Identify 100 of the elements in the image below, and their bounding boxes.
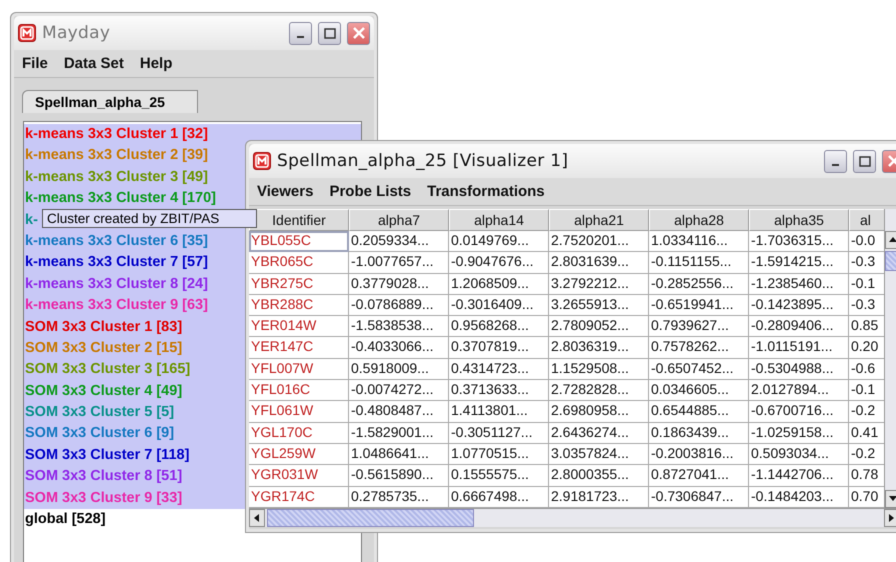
scroll-thumb[interactable]	[267, 508, 474, 527]
column-header[interactable]: Identifier	[249, 209, 349, 231]
scroll-right-button[interactable]	[884, 508, 896, 527]
table-cell: 2.8000355...	[549, 465, 649, 487]
arrow-icon	[888, 235, 896, 245]
table-cell: -0.2852556...	[649, 274, 749, 295]
table-cell: 0.2059334...	[349, 231, 449, 252]
scroll-left-button[interactable]	[249, 508, 265, 527]
table-cell: 1.0770515...	[449, 444, 549, 466]
vertical-scrollbar[interactable]	[884, 209, 896, 508]
table-cell: 0.7578262...	[649, 337, 749, 359]
menu-item[interactable]: Help	[140, 55, 172, 72]
close-icon	[888, 155, 896, 167]
table-cell: 0.8727041...	[649, 465, 749, 487]
table-cell: -0.5615890...	[349, 465, 449, 487]
maximize-button[interactable]	[853, 150, 876, 172]
table-cell: 0.9568268...	[449, 316, 549, 338]
column-header[interactable]: alpha35	[749, 209, 849, 231]
table-cell: 0.4314723...	[449, 358, 549, 380]
table-cell: -0.0786889...	[349, 294, 449, 316]
column-header[interactable]: alpha28	[649, 209, 749, 231]
table-cell: 3.2792212...	[549, 274, 649, 295]
table-cell: 0.0149769...	[449, 231, 549, 252]
menu-item[interactable]: Data Set	[64, 55, 124, 72]
table-cell: 2.6980958...	[549, 401, 649, 423]
tab[interactable]: Spellman_alpha_25	[22, 90, 198, 113]
column-header[interactable]: al	[849, 209, 884, 231]
identifier-cell[interactable]: YBR275C	[249, 274, 349, 295]
minimize-icon	[832, 164, 839, 166]
table-cell: 3.0357824...	[549, 444, 649, 466]
identifier-cell[interactable]: YFL016C	[249, 380, 349, 402]
table-cell: -0.5304988...	[749, 358, 849, 380]
table-cell: -0.6507452...	[649, 358, 749, 380]
table-cell: 0.1555575...	[449, 465, 549, 487]
table-cell: -0.6700716...	[749, 401, 849, 423]
close-icon	[352, 27, 364, 39]
table-cell: 0.7939627...	[649, 316, 749, 338]
tooltip: Cluster created by ZBIT/PAS	[42, 208, 257, 228]
table-cell: 2.6436274...	[549, 422, 649, 444]
table-cell: -0.1151155...	[649, 252, 749, 274]
table-cell: 2.8036319...	[549, 337, 649, 359]
table-cell: 2.7520201...	[549, 231, 649, 252]
identifier-cell[interactable]: YGR031W	[249, 465, 349, 487]
identifier-cell[interactable]: YGL170C	[249, 422, 349, 444]
table-cell: -1.0259158...	[749, 422, 849, 444]
maximize-button[interactable]	[318, 22, 341, 44]
table-cell: 1.4113801...	[449, 401, 549, 423]
table-cell: -0.4033066...	[349, 337, 449, 359]
table-cell: 0.1863439...	[649, 422, 749, 444]
arrow-icon	[887, 512, 896, 523]
minimize-button[interactable]	[289, 22, 312, 44]
minimize-button[interactable]	[824, 150, 847, 172]
table-cell: 0.3713633...	[449, 380, 549, 402]
table-cell: -0.9047676...	[449, 252, 549, 274]
table-cell: -1.5829001...	[349, 422, 449, 444]
identifier-cell[interactable]: YBR288C	[249, 294, 349, 316]
table-cell: 1.2068509...	[449, 274, 549, 295]
menu-item[interactable]: File	[22, 55, 48, 72]
table-cell: 2.7809052...	[549, 316, 649, 338]
column-header[interactable]: alpha7	[349, 209, 449, 231]
identifier-cell[interactable]: YER147C	[249, 337, 349, 359]
table-cell: -0.0074272...	[349, 380, 449, 402]
table-cell: 2.7282828...	[549, 380, 649, 402]
table-cell: -1.1442706...	[749, 465, 849, 487]
table-cell: -0.1423895...	[749, 294, 849, 316]
table-cell: -1.5914215...	[749, 252, 849, 274]
table-cell: -1.5838538...	[349, 316, 449, 338]
table-cell: -0.2003816...	[649, 444, 749, 466]
table-cell: -0.3051127...	[449, 422, 549, 444]
window-title: Mayday	[42, 23, 112, 43]
table-cell: 1.1529508...	[549, 358, 649, 380]
identifier-cell[interactable]: YBL055C	[249, 231, 349, 252]
arrow-icon	[252, 512, 262, 523]
table-cell: -0.6519941...	[649, 294, 749, 316]
table-cell: -1.0077657...	[349, 252, 449, 274]
identifier-cell[interactable]: YGL259W	[249, 444, 349, 466]
table-cell: 2.8031639...	[549, 252, 649, 274]
table-cell: 0.3779028...	[349, 274, 449, 295]
identifier-cell[interactable]: YFL007W	[249, 358, 349, 380]
table-cell: 1.0486641...	[349, 444, 449, 466]
identifier-cell[interactable]: YFL061W	[249, 401, 349, 423]
table-cell: 0.0346605...	[649, 380, 749, 402]
logo-icon	[253, 152, 271, 170]
horizontal-scrollbar[interactable]	[249, 508, 896, 527]
table-cell: -1.2385460...	[749, 274, 849, 295]
table-cell: 0.6544885...	[649, 401, 749, 423]
identifier-cell[interactable]: YBR065C	[249, 252, 349, 274]
logo-icon	[18, 24, 36, 42]
table-cell: 2.0127894...	[749, 380, 849, 402]
scroll-down-button[interactable]	[885, 490, 896, 508]
identifier-cell[interactable]: YER014W	[249, 316, 349, 338]
close-button[interactable]	[347, 22, 370, 44]
table-cell: 0.3707819...	[449, 337, 549, 359]
menu-item[interactable]: Transformations	[427, 183, 545, 200]
table-cell: 1.0334116...	[649, 231, 749, 252]
table-cell: -0.4808487...	[349, 401, 449, 423]
column-header[interactable]: alpha21	[549, 209, 649, 231]
table-cell: 3.2655913...	[549, 294, 649, 316]
maximize-icon	[858, 156, 870, 166]
column-header[interactable]: alpha14	[449, 209, 549, 231]
